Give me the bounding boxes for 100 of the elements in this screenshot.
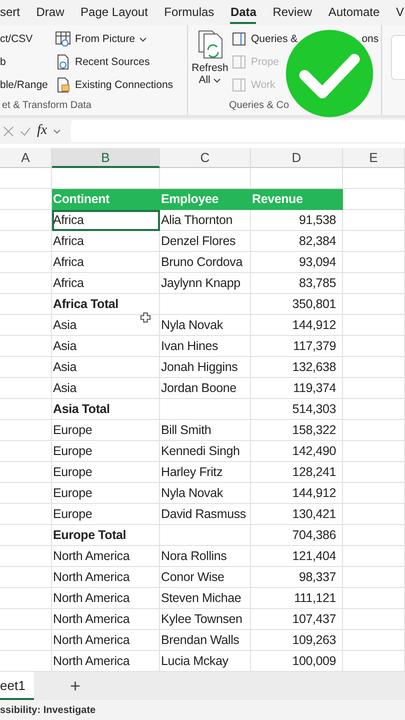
table-cell: Europe (52, 441, 160, 462)
column-header[interactable]: C (160, 148, 251, 168)
empty-cell (343, 630, 405, 651)
ribbon-tab[interactable]: Page Layout (80, 2, 148, 24)
ribbon-command[interactable]: ble/Range (0, 77, 55, 95)
function-button[interactable]: fx (37, 123, 48, 139)
empty-cell (343, 504, 405, 525)
table-cell: Bill Smith (160, 420, 251, 441)
table-cell: 117,379 (251, 336, 343, 357)
table-cell: 128,241 (251, 462, 343, 483)
table-cell: 107,437 (251, 609, 343, 630)
empty-cell (343, 357, 405, 378)
table-cell: Nora Rollins (160, 546, 251, 567)
table-cell: 121,404 (251, 546, 343, 567)
table-cell: Kylee Townsen (160, 609, 251, 630)
empty-cell (343, 294, 405, 315)
empty-cell (343, 441, 405, 462)
document-icon (231, 77, 247, 93)
empty-cell (343, 378, 405, 399)
ribbon-command[interactable]: Recent Sources (75, 54, 150, 70)
refresh-icon (196, 30, 224, 60)
ribbon-tab[interactable]: Formulas (164, 2, 214, 24)
table-cell: Asia (52, 378, 160, 399)
empty-cell (0, 420, 52, 441)
pane-icon (231, 31, 247, 47)
check-icon[interactable] (20, 126, 31, 136)
caret-icon (139, 36, 148, 42)
ribbon-command[interactable]: b (0, 54, 55, 72)
table-cell: David Rasmuss (160, 504, 251, 525)
column-header[interactable]: B (52, 148, 160, 168)
empty-cell (0, 231, 52, 252)
table-cell: 132,638 (251, 357, 343, 378)
caret-icon[interactable] (53, 128, 62, 134)
ribbon-command[interactable]: ons (362, 31, 379, 47)
table-header: Employee (160, 189, 251, 210)
column-header[interactable]: D (251, 148, 343, 168)
table-cell: Brendan Walls (160, 630, 251, 651)
table-cell: Africa (52, 210, 160, 231)
table-cell: 704,386 (251, 525, 343, 546)
table-cell: 514,303 (251, 399, 343, 420)
empty-cell (0, 441, 52, 462)
table-cell: North America (52, 609, 160, 630)
ribbon-tab[interactable]: Draw (36, 2, 64, 24)
empty-cell (0, 168, 52, 189)
ribbon-command[interactable]: ct/CSV (0, 31, 55, 49)
column-header[interactable]: E (343, 148, 405, 168)
table-cell: Jonah Higgins (160, 357, 251, 378)
table-cell: 144,912 (251, 315, 343, 336)
table-cell: Denzel Flores (160, 231, 251, 252)
group-label: et & Transform Data (1, 100, 92, 113)
empty-cell (343, 609, 405, 630)
table-cell: Europe (52, 462, 160, 483)
refresh-all-button[interactable]: Refresh All (191, 30, 231, 100)
empty-cell (0, 210, 52, 231)
empty-cell (0, 336, 52, 357)
empty-cell (0, 378, 52, 399)
table-cell: Africa (52, 273, 160, 294)
ribbon-tab[interactable]: Automate (328, 2, 380, 24)
ribbon-tab[interactable]: sert (0, 2, 20, 24)
ribbon-command[interactable]: Existing Connections (75, 77, 174, 93)
group-label: Queries & Co (228, 100, 290, 113)
table-cell: Steven Michae (160, 588, 251, 609)
table-cell: Nyla Novak (160, 315, 251, 336)
table-cell: 350,801 (251, 294, 343, 315)
table-cell: 93,094 (251, 252, 343, 273)
document-icon (231, 54, 247, 70)
empty-cell (343, 336, 405, 357)
ribbon-tab[interactable]: Review (272, 2, 312, 24)
cancel-icon[interactable] (3, 126, 14, 136)
table-cell: North America (52, 588, 160, 609)
empty-cell (343, 567, 405, 588)
empty-cell (0, 630, 52, 651)
empty-cell (0, 462, 52, 483)
table-cell: Asia Total (52, 399, 160, 420)
table-cell: Europe (52, 504, 160, 525)
empty-cell (343, 588, 405, 609)
empty-cell (0, 546, 52, 567)
empty-cell (0, 273, 52, 294)
add-sheet-button[interactable]: + (66, 672, 85, 700)
table-cell: 130,421 (251, 504, 343, 525)
empty-cell (0, 609, 52, 630)
table-cell: Europe (52, 483, 160, 504)
empty-cell (0, 588, 52, 609)
sheet-tab[interactable]: eet1 (0, 672, 34, 700)
table-cell: 158,322 (251, 420, 343, 441)
empty-cell (343, 546, 405, 567)
empty-cell (343, 273, 405, 294)
empty-cell (0, 525, 52, 546)
table-cell: Africa (52, 252, 160, 273)
ribbon-command[interactable]: From Picture (75, 31, 136, 47)
table-cell: 82,384 (251, 231, 343, 252)
empty-cell (0, 483, 52, 504)
ribbon-command[interactable]: Queries & (251, 31, 298, 47)
table-cell: 144,912 (251, 483, 343, 504)
empty-cell (343, 210, 405, 231)
table-cell: 119,374 (251, 378, 343, 399)
table-cell: Harley Fritz (160, 462, 251, 483)
table-picture-icon (55, 31, 71, 47)
empty-cell (343, 252, 405, 273)
ribbon-tab[interactable]: V (396, 2, 404, 24)
